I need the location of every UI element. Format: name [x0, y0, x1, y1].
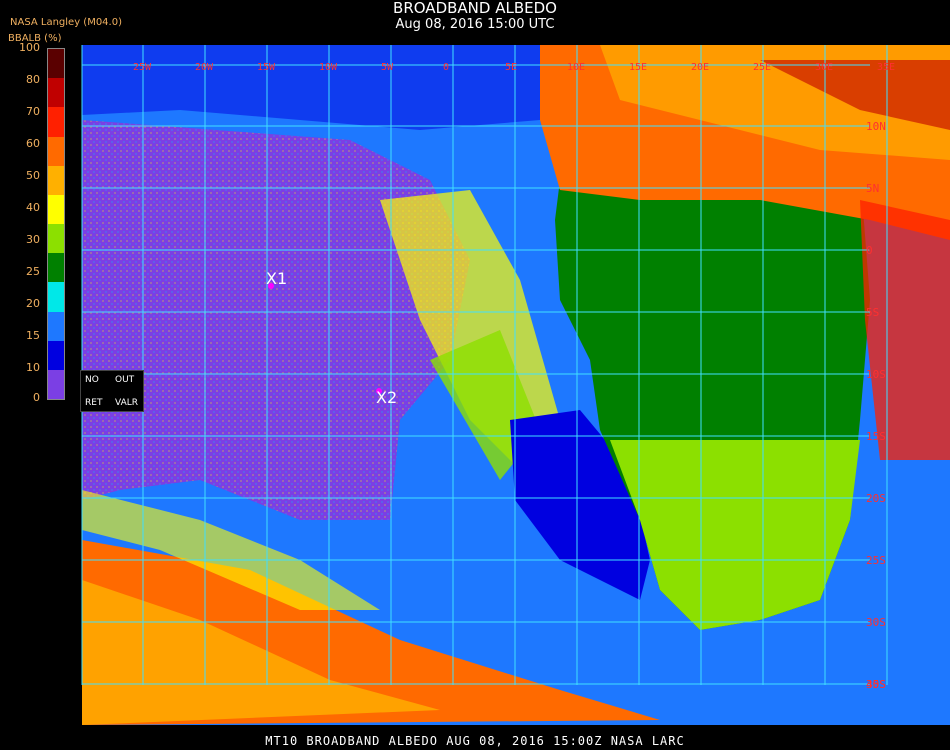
longitude-label: 25W	[133, 62, 152, 73]
latitude-label: 30S	[866, 616, 886, 629]
latitude-label: 15S	[866, 430, 886, 443]
marker-x2-label: X2	[376, 388, 397, 407]
longitude-label: 20E	[691, 62, 709, 73]
latitude-label: 40S	[866, 678, 886, 691]
longitude-label: 10W	[319, 62, 338, 73]
latitude-label: 25S	[866, 554, 886, 567]
longitude-label: 0	[443, 62, 449, 73]
no-data-legend: NO OUT RET VALR	[80, 370, 144, 412]
longitude-label: 35E	[877, 62, 895, 73]
no-label: NO	[85, 375, 99, 385]
longitude-label: 25E	[753, 62, 771, 73]
latitude-label: 0	[866, 244, 873, 257]
valr-label: VALR	[115, 398, 139, 408]
out-label: OUT	[115, 375, 135, 385]
latitude-label: 20S	[866, 492, 886, 505]
marker-x2: X2	[376, 388, 397, 407]
latitude-label: 10N	[866, 120, 886, 133]
latitude-label: 10S	[866, 368, 886, 381]
ret-label: RET	[85, 398, 103, 408]
marker-x1: X1	[266, 269, 287, 289]
longitude-label: 15E	[629, 62, 647, 73]
latitude-label: 5N	[866, 182, 879, 195]
longitude-label: 20W	[195, 62, 214, 73]
longitude-label: 5W	[381, 62, 394, 73]
latitude-label: 5S	[866, 306, 879, 319]
longitude-label: 15W	[257, 62, 276, 73]
footer-caption: MT10 BROADBAND ALBEDO AUG 08, 2016 15:00…	[265, 734, 685, 748]
marker-x1-label: X1	[266, 269, 287, 288]
longitude-label: 5E	[505, 62, 517, 73]
longitude-label: 10E	[567, 62, 585, 73]
longitude-label: 30E	[815, 62, 833, 73]
